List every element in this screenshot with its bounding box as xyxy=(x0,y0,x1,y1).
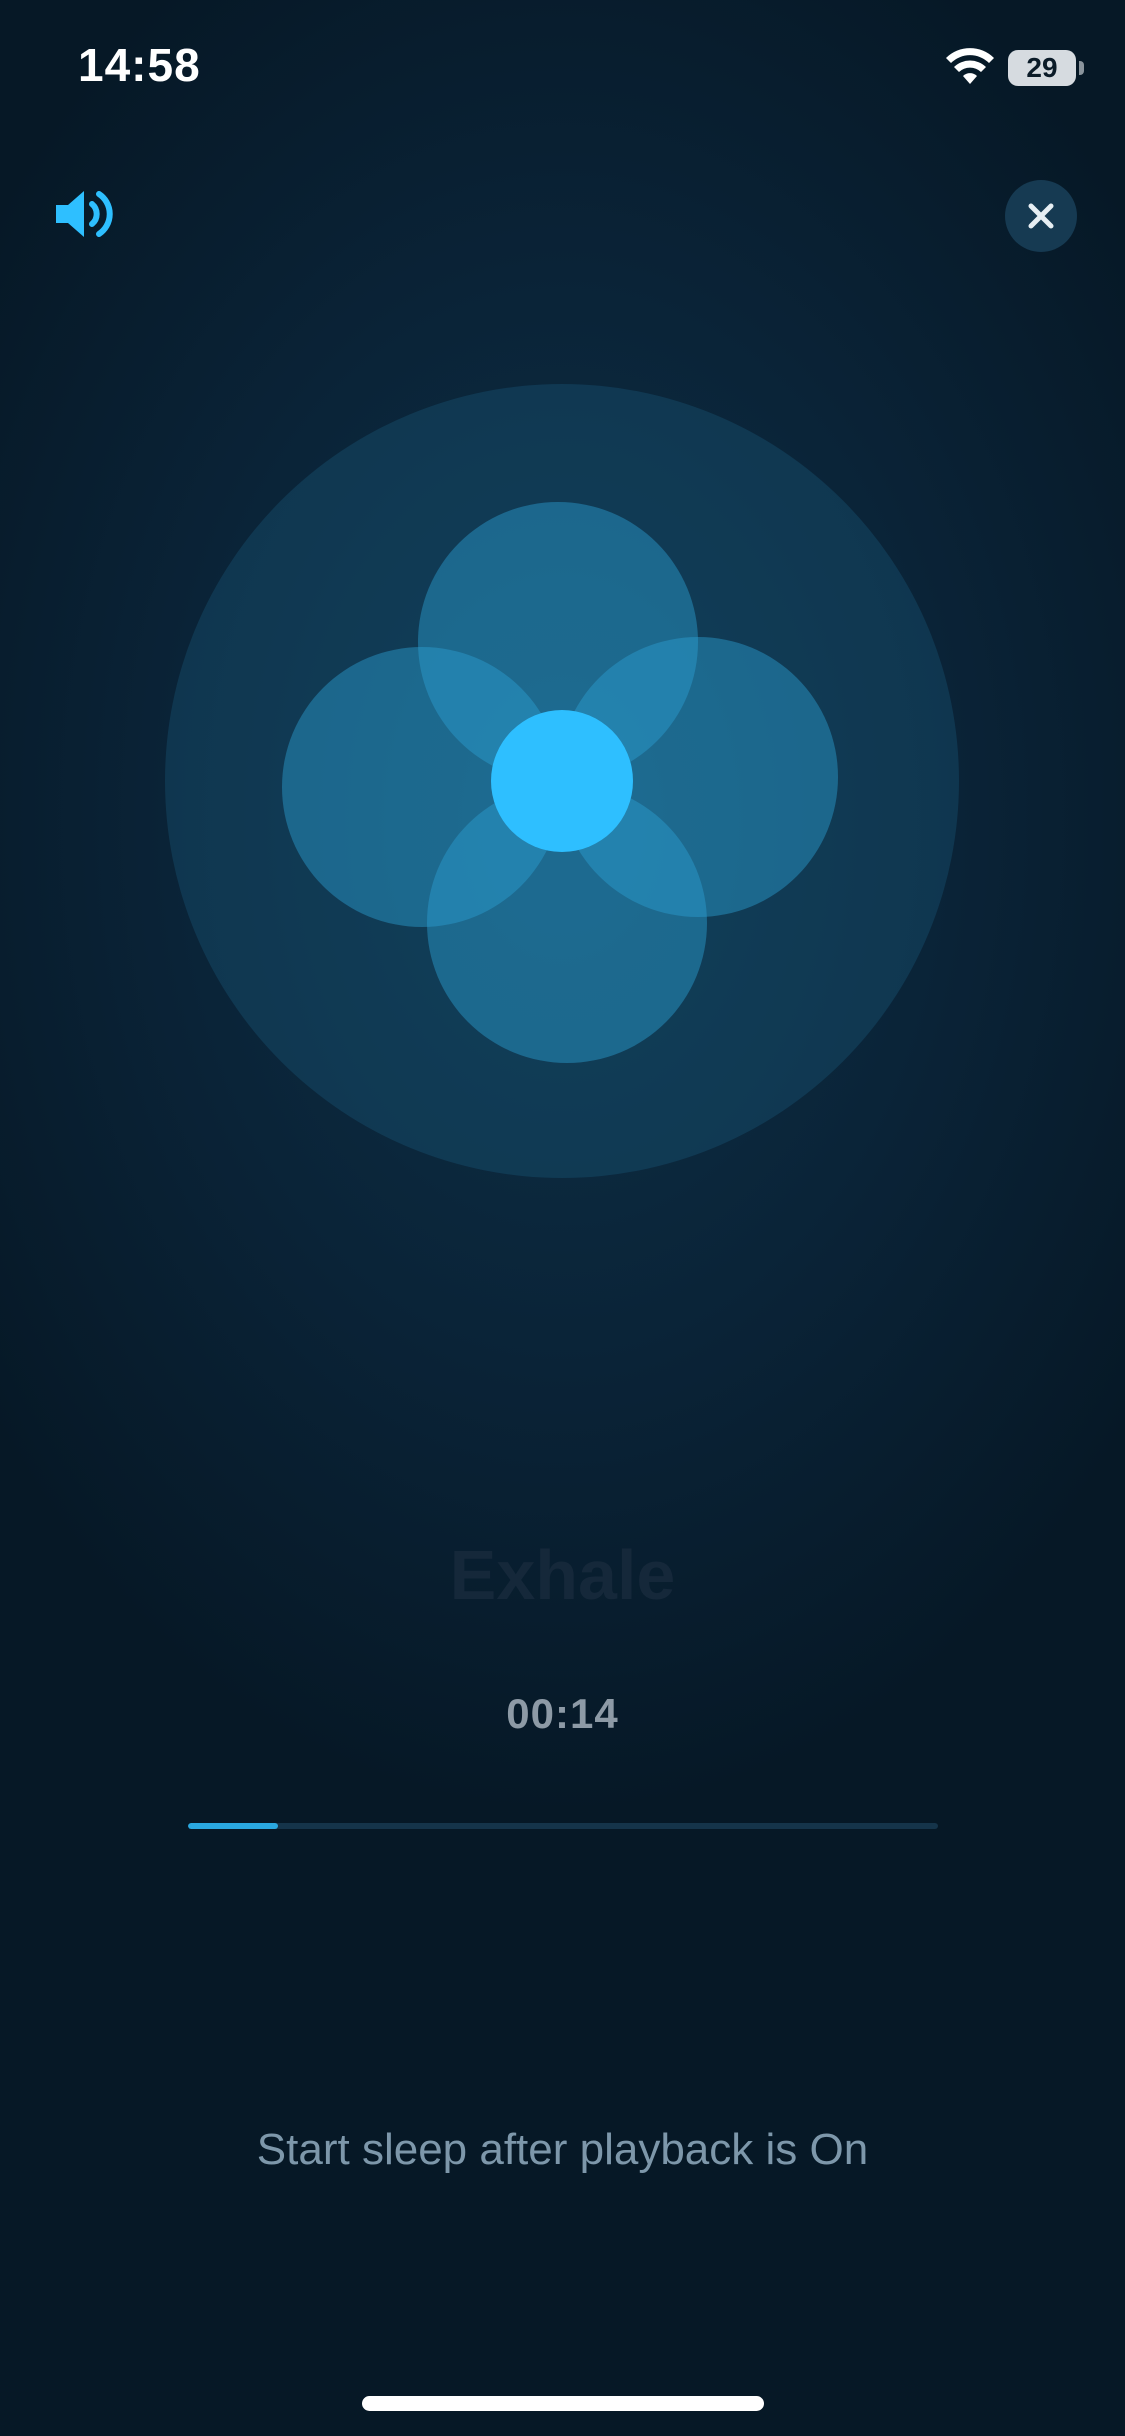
wifi-icon xyxy=(946,48,994,84)
volume-button[interactable] xyxy=(52,186,116,242)
elapsed-timer: 00:14 xyxy=(506,1690,619,1737)
breathing-animation xyxy=(165,384,959,1178)
status-bar: 14:58 29 xyxy=(0,0,1125,140)
session-progress-bar xyxy=(188,1823,938,1829)
battery-tip xyxy=(1079,61,1084,75)
close-button[interactable] xyxy=(1005,180,1077,252)
close-icon xyxy=(1028,203,1054,229)
session-progress-fill xyxy=(188,1823,278,1829)
battery-indicator: 29 xyxy=(1008,50,1076,86)
center-dot xyxy=(491,710,633,852)
status-time: 14:58 xyxy=(78,39,201,91)
home-indicator[interactable] xyxy=(362,2396,764,2411)
breathing-exercise-screen: 14:58 29 Exhale 00:14 Start sleep after … xyxy=(0,0,1125,2436)
speaker-volume-icon xyxy=(56,191,113,237)
sleep-after-playback-note: Start sleep after playback is On xyxy=(256,2125,869,2174)
breath-phase-label: Exhale xyxy=(449,1536,676,1614)
